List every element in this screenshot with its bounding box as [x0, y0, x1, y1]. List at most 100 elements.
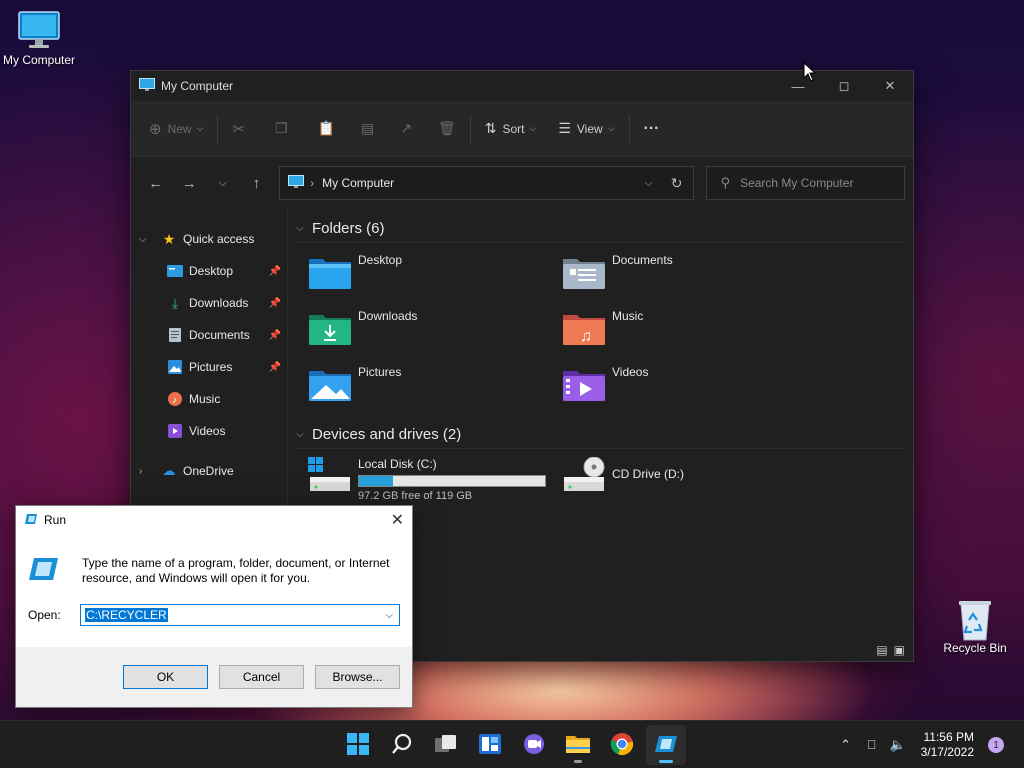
- sidebar-item-downloads[interactable]: ⤓ Downloads 📌: [131, 287, 287, 319]
- forward-button[interactable]: →: [173, 168, 207, 198]
- desktop-folder-icon: [308, 255, 352, 291]
- browse-button[interactable]: Browse...: [315, 665, 400, 689]
- pin-icon[interactable]: 📌: [269, 298, 281, 309]
- sidebar-item-quick-access[interactable]: ⌵ ★ Quick access: [131, 223, 287, 255]
- address-bar[interactable]: › My Computer ⌵ ↻: [279, 166, 694, 200]
- notification-badge[interactable]: 1: [988, 737, 1004, 753]
- pin-icon[interactable]: 📌: [269, 266, 281, 277]
- clock[interactable]: 11:56 PM 3/17/2022: [921, 730, 974, 760]
- chevron-down-icon: ⌵: [196, 123, 204, 133]
- pictures-folder-icon: [308, 367, 352, 403]
- chevron-up-icon[interactable]: ⌃: [833, 737, 859, 753]
- run-title-bar[interactable]: Run ✕: [16, 506, 412, 534]
- folder-videos[interactable]: Videos: [562, 363, 816, 415]
- sidebar-item-onedrive[interactable]: › ☁ OneDrive: [131, 455, 287, 487]
- sidebar-item-videos[interactable]: Videos: [131, 415, 287, 447]
- run-icon: [654, 734, 678, 757]
- pin-icon[interactable]: 📌: [269, 362, 281, 373]
- maximize-button[interactable]: ◻: [821, 71, 867, 101]
- folders-grid: Desktop Documents Downloads ♫ Music Pict…: [308, 251, 905, 415]
- desktop-icon-recycle-bin[interactable]: Recycle Bin: [935, 598, 1015, 655]
- sidebar-item-music[interactable]: ♪ Music: [131, 383, 287, 415]
- run-description: Type the name of a program, folder, docu…: [82, 556, 390, 585]
- cut-button[interactable]: ✂: [224, 113, 253, 145]
- folder-pictures[interactable]: Pictures: [308, 363, 562, 415]
- sidebar-item-pictures[interactable]: Pictures 📌: [131, 351, 287, 383]
- network-icon[interactable]: ⎕: [859, 737, 885, 753]
- rename-button[interactable]: ▤: [353, 113, 382, 145]
- folder-documents[interactable]: Documents: [562, 251, 816, 303]
- share-button[interactable]: ↗: [392, 113, 420, 145]
- folders-group-header[interactable]: ⌵ Folders (6): [296, 215, 905, 243]
- close-icon[interactable]: ✕: [391, 510, 404, 530]
- run-dialog: Run ✕ Type the name of a program, folder…: [15, 505, 413, 708]
- drive-local-disk-c[interactable]: Local Disk (C:) 97.2 GB free of 119 GB: [308, 457, 562, 509]
- music-folder-icon: ♫: [562, 311, 606, 347]
- sidebar-item-documents[interactable]: Documents 📌: [131, 319, 287, 351]
- chevron-down-icon[interactable]: ⌵: [385, 610, 393, 621]
- run-title: Run: [44, 513, 67, 527]
- open-input-value[interactable]: C:\RECYCLER: [85, 608, 168, 622]
- chevron-right-icon[interactable]: ›: [139, 466, 153, 477]
- chevron-down-icon[interactable]: ⌵: [296, 429, 312, 440]
- run-icon: [24, 513, 38, 528]
- videos-folder-icon: [562, 367, 606, 403]
- chat-button[interactable]: [514, 725, 554, 765]
- drive-label: CD Drive (D:): [612, 467, 684, 481]
- search-box[interactable]: ⚲ Search My Computer: [705, 166, 905, 200]
- desktop-icon-label: My Computer: [2, 53, 76, 67]
- monitor-icon: [17, 10, 61, 50]
- chevron-down-icon[interactable]: ⌵: [139, 234, 153, 245]
- ok-button[interactable]: OK: [123, 665, 208, 689]
- delete-button[interactable]: 🗑: [430, 113, 464, 145]
- task-view-button[interactable]: [426, 725, 466, 765]
- search-button[interactable]: [382, 725, 422, 765]
- start-button[interactable]: [338, 725, 378, 765]
- open-combobox[interactable]: C:\RECYCLER ⌵: [80, 604, 400, 626]
- more-options-button[interactable]: ···: [636, 113, 668, 145]
- pin-icon[interactable]: 📌: [269, 330, 281, 341]
- navigation-row: ← → ⌵ ↑ › My Computer ⌵ ↻ ⚲ Search My Co…: [131, 157, 913, 209]
- up-button[interactable]: ↑: [240, 168, 274, 198]
- arrow-up-icon: ↑: [252, 174, 261, 192]
- monitor-icon: [139, 77, 155, 95]
- cancel-button[interactable]: Cancel: [219, 665, 304, 689]
- drives-group-header[interactable]: ⌵ Devices and drives (2): [296, 421, 905, 449]
- desktop-icon-my-computer[interactable]: My Computer: [0, 10, 79, 67]
- sidebar-item-label: Documents: [189, 328, 250, 342]
- document-icon: [167, 327, 183, 343]
- folder-desktop[interactable]: Desktop: [308, 251, 562, 303]
- sort-label: Sort: [502, 121, 525, 136]
- breadcrumb-separator-icon: ›: [310, 176, 315, 190]
- chevron-down-icon[interactable]: ⌵: [645, 178, 653, 189]
- widgets-button[interactable]: [470, 725, 510, 765]
- group-header-label: Folders (6): [312, 220, 385, 237]
- sort-button[interactable]: ⇅ Sort ⌵: [477, 113, 545, 145]
- recent-locations-button[interactable]: ⌵: [206, 168, 240, 198]
- chrome-button[interactable]: [602, 725, 642, 765]
- breadcrumb[interactable]: My Computer: [322, 176, 394, 190]
- search-icon: [391, 733, 413, 758]
- new-button[interactable]: ⊕ New ⌵: [141, 113, 211, 145]
- back-button[interactable]: ←: [139, 168, 173, 198]
- cd-drive-icon: [562, 456, 606, 493]
- view-button[interactable]: ☰ View ⌵: [550, 113, 622, 145]
- title-bar[interactable]: My Computer — ◻ ✕: [131, 71, 913, 101]
- sidebar-item-desktop[interactable]: Desktop 📌: [131, 255, 287, 287]
- drive-cd-d[interactable]: CD Drive (D:): [562, 456, 816, 509]
- folder-music[interactable]: ♫ Music: [562, 307, 816, 359]
- chevron-down-icon[interactable]: ⌵: [296, 223, 312, 234]
- run-taskbar-button[interactable]: [646, 725, 686, 765]
- video-icon: [167, 423, 183, 439]
- volume-icon[interactable]: 🔈: [885, 737, 911, 753]
- hard-drive-icon: [308, 457, 352, 493]
- paste-button[interactable]: 📋: [310, 113, 343, 145]
- close-button[interactable]: ✕: [867, 71, 913, 101]
- refresh-icon[interactable]: ↻: [671, 175, 683, 192]
- music-icon: ♪: [167, 391, 183, 407]
- copy-button[interactable]: ❐: [267, 113, 296, 145]
- folder-downloads[interactable]: Downloads: [308, 307, 562, 359]
- tiles-view-icon[interactable]: ▣: [894, 643, 905, 657]
- details-view-icon[interactable]: ▤: [876, 643, 887, 657]
- file-explorer-button[interactable]: [558, 725, 598, 765]
